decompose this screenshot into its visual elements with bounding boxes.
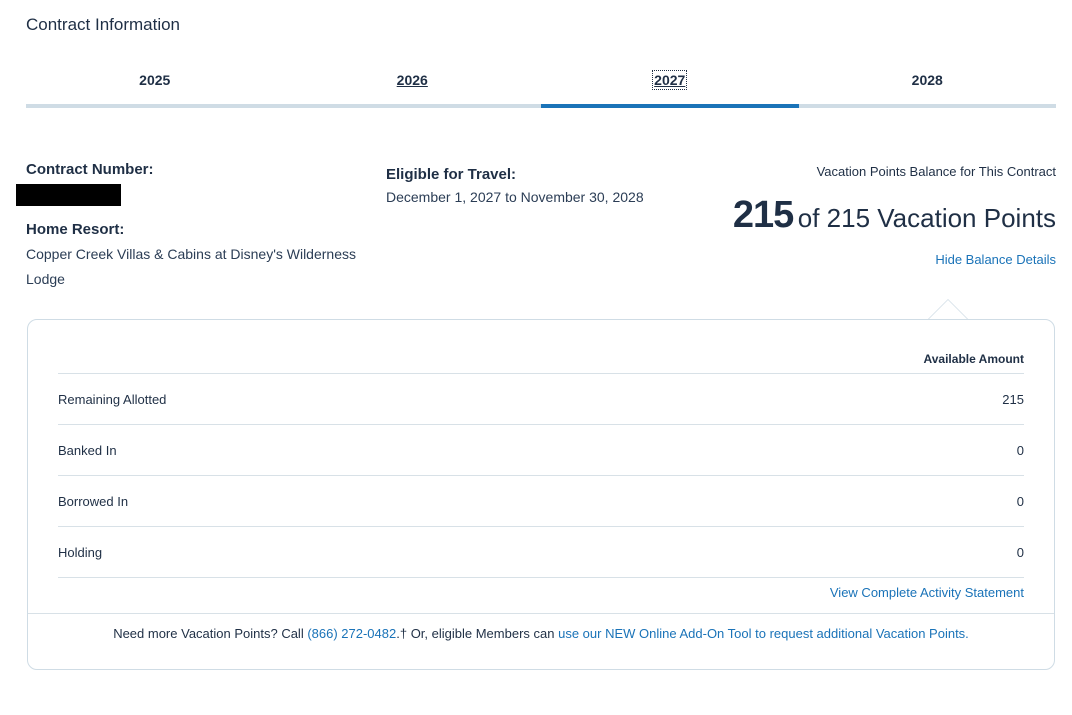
row-value: 0	[1016, 544, 1024, 560]
balance-table: Available Amount Remaining Allotted 215 …	[58, 346, 1024, 578]
row-value: 215	[1002, 391, 1024, 407]
home-resort-label: Home Resort:	[26, 221, 125, 238]
redacted-contract-number	[16, 184, 121, 206]
hide-balance-details-link[interactable]: Hide Balance Details	[935, 252, 1056, 267]
balance-caption: Vacation Points Balance for This Contrac…	[816, 164, 1056, 179]
row-value: 0	[1016, 493, 1024, 509]
row-label: Banked In	[58, 442, 117, 458]
tab-label: 2025	[139, 72, 171, 88]
row-value: 0	[1016, 442, 1024, 458]
tab-2027[interactable]: 2027	[541, 68, 799, 108]
tab-label: 2026	[396, 72, 428, 88]
tab-2025[interactable]: 2025	[26, 68, 284, 104]
eligible-travel-value: December 1, 2027 to November 30, 2028	[386, 189, 644, 205]
balance-current: 215	[732, 194, 794, 236]
add-on-tool-link[interactable]: use our NEW Online Add-On Tool to reques…	[558, 626, 969, 641]
row-label: Holding	[58, 544, 103, 560]
view-activity-statement-link[interactable]: View Complete Activity Statement	[830, 585, 1024, 600]
eligible-travel-label: Eligible for Travel:	[386, 166, 517, 183]
row-label: Borrowed In	[58, 493, 129, 509]
available-amount-header: Available Amount	[58, 346, 1024, 374]
table-row: Banked In 0	[58, 425, 1024, 476]
panel-pointer	[928, 299, 968, 319]
phone-link[interactable]: (866) 272-0482	[307, 626, 396, 641]
tab-label: 2027	[652, 70, 688, 90]
balance-details-panel: Available Amount Remaining Allotted 215 …	[27, 319, 1055, 670]
table-row: Holding 0	[58, 527, 1024, 578]
year-tabs: 2025 2026 2027 2028	[26, 68, 1056, 108]
tab-label: 2028	[911, 72, 943, 88]
home-resort-value: Copper Creek Villas & Cabins at Disney's…	[26, 246, 356, 287]
balance-summary: 215 of 215 Vacation Points	[733, 194, 1056, 237]
footer-text: Need more Vacation Points? Call	[113, 626, 308, 641]
tab-2026[interactable]: 2026	[284, 68, 542, 104]
need-more-points-footer: Need more Vacation Points? Call (866) 27…	[28, 613, 1054, 653]
table-row: Borrowed In 0	[58, 476, 1024, 527]
contract-number-label: Contract Number:	[26, 161, 154, 178]
footer-text: .† Or, eligible Members can	[396, 626, 559, 641]
table-row: Remaining Allotted 215	[58, 374, 1024, 425]
balance-total: of 215 Vacation Points	[797, 203, 1056, 233]
page-title: Contract Information	[26, 15, 181, 34]
row-label: Remaining Allotted	[58, 391, 167, 407]
tab-2028[interactable]: 2028	[799, 68, 1057, 104]
